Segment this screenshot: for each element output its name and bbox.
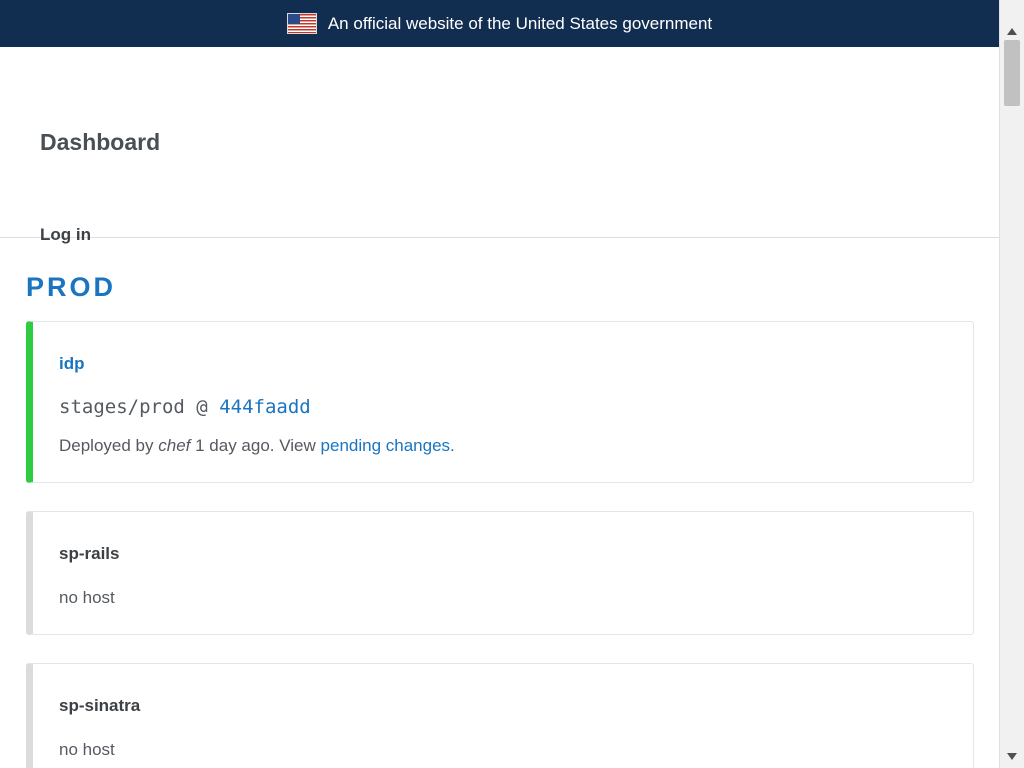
login-link[interactable]: Log in xyxy=(40,225,91,245)
scroll-down-icon[interactable] xyxy=(1007,753,1017,760)
app-title: sp-sinatra xyxy=(59,696,141,715)
pending-changes-link[interactable]: pending changes xyxy=(321,436,451,455)
app-card-idp: idp stages/prod @ 444faadd Deployed by c… xyxy=(26,321,974,483)
host-status: no host xyxy=(59,588,115,607)
deploy-prefix: Deployed by xyxy=(59,436,154,455)
branch-name: stages/prod xyxy=(59,396,185,418)
page-viewport: An official website of the United States… xyxy=(0,0,1000,768)
branch-line: stages/prod @ 444faadd xyxy=(59,396,947,418)
environment-heading: PROD xyxy=(26,272,117,302)
deployer-name: chef xyxy=(158,436,191,455)
app-card-sp-rails: sp-rails no host xyxy=(26,511,974,635)
app-card-sp-sinatra: sp-sinatra no host xyxy=(26,663,974,768)
page-scrollbar[interactable] xyxy=(999,0,1024,768)
us-flag-icon xyxy=(287,14,316,33)
deploy-age: 1 day ago. View xyxy=(195,436,316,455)
commit-sha-link[interactable]: 444faadd xyxy=(219,396,311,418)
app-title-link[interactable]: idp xyxy=(59,354,947,374)
deploy-suffix: . xyxy=(450,436,455,455)
host-status: no host xyxy=(59,740,115,759)
branch-separator: @ xyxy=(196,396,208,418)
app-title: sp-rails xyxy=(59,544,120,563)
gov-banner-text: An official website of the United States… xyxy=(327,13,713,33)
site-title[interactable]: Dashboard xyxy=(40,129,160,156)
gov-banner: An official website of the United States… xyxy=(0,0,1000,47)
deploy-info: Deployed by chef 1 day ago. View pending… xyxy=(59,436,947,456)
site-header: Dashboard Log in xyxy=(0,47,1000,244)
scroll-thumb[interactable] xyxy=(1004,40,1020,106)
main-content: PROD idp stages/prod @ 444faadd Deployed… xyxy=(0,272,1000,768)
scroll-up-icon[interactable] xyxy=(1007,28,1017,35)
